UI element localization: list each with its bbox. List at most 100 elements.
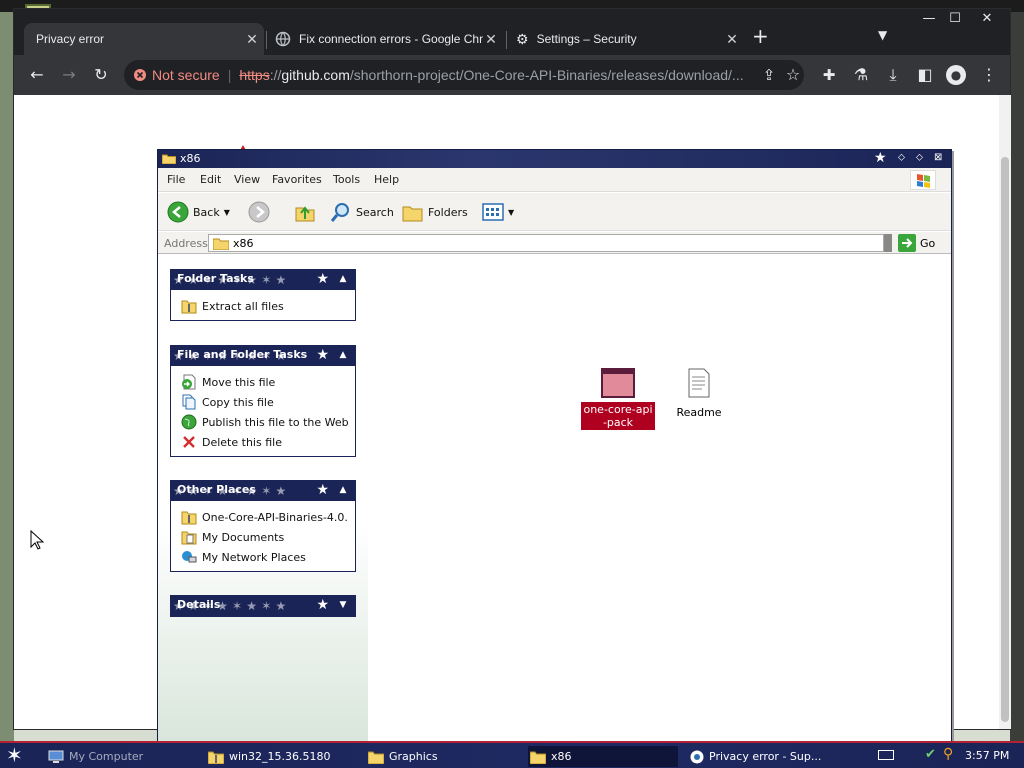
close-tab-icon[interactable]: ✕	[724, 31, 740, 48]
my-network-places-link[interactable]: My Network Places	[171, 547, 355, 567]
taskbar-item-win32[interactable]: win32_15.36.5180	[208, 746, 358, 767]
views-button[interactable]: ▼	[482, 200, 514, 224]
taskbar-item-label: My Computer	[69, 750, 144, 763]
folders-button[interactable]: Folders	[402, 200, 468, 224]
minimize-button[interactable]: ⬦	[898, 152, 905, 163]
bookmark-star-icon[interactable]: ☆	[782, 65, 804, 85]
tab-strip: Privacy error ✕ Fix connection errors - …	[14, 9, 1010, 55]
copy-file-icon	[182, 394, 196, 410]
chevron-down-icon[interactable]: ▼	[508, 208, 514, 217]
file-item[interactable]: one-core-api-pack	[581, 368, 655, 430]
my-documents-link[interactable]: My Documents	[171, 527, 355, 547]
delete-x-icon	[183, 436, 195, 448]
scrollbar-thumb[interactable]	[1001, 157, 1009, 722]
address-label: Address	[164, 237, 208, 250]
folder-icon	[368, 751, 384, 764]
menu-edit[interactable]: Edit	[200, 173, 221, 186]
explorer-window: x86 ★ ⬦ ⬦ ⊠ File Edit View Favorites Too…	[157, 149, 952, 743]
panel-header[interactable]: ★ ★ ✶ ★ ✶ ★ ✶ ★ File and Folder Tasks ★ …	[171, 346, 355, 366]
tab-separator	[506, 31, 507, 49]
taskbar-item-x86[interactable]: x86	[528, 746, 678, 767]
extract-all-files-link[interactable]: Extract all files	[171, 296, 355, 316]
taskbar-item-chrome[interactable]: Privacy error - Sup...	[690, 746, 850, 767]
close-button[interactable]: ⊠	[934, 152, 942, 163]
publish-file-link[interactable]: Publish this file to the Web	[171, 412, 355, 432]
menu-tools[interactable]: Tools	[333, 173, 360, 186]
forward-button[interactable]	[248, 200, 270, 224]
tab-privacy-error[interactable]: Privacy error ✕	[24, 23, 264, 55]
network-tray-icon[interactable]: ✔	[925, 747, 936, 762]
tab-search-chevron-icon[interactable]: ▼	[878, 28, 887, 42]
close-tab-icon[interactable]: ✕	[244, 31, 260, 48]
collapse-chevron-icon[interactable]: ▲	[335, 483, 351, 497]
not-secure-label[interactable]: Not secure	[152, 67, 220, 83]
taskbar-item-my-computer[interactable]: My Computer	[48, 746, 198, 767]
taskbar-item-label: Graphics	[389, 750, 438, 763]
close-tab-icon[interactable]: ✕	[483, 31, 499, 48]
clock[interactable]: 3:57 PM	[965, 749, 1009, 762]
side-panel-icon[interactable]: ◧	[914, 65, 936, 85]
profile-avatar-icon[interactable]: ●	[946, 65, 966, 85]
maximize-button[interactable]: ⬦	[916, 152, 923, 163]
labs-flask-icon[interactable]: ⚗	[850, 65, 872, 85]
views-icon	[482, 203, 504, 221]
file-name: one-core-api-pack	[581, 402, 655, 430]
tab-separator	[266, 31, 267, 49]
download-icon[interactable]: ⤓	[882, 65, 904, 85]
share-icon[interactable]: ⇪	[758, 65, 780, 85]
taskbar-item-graphics[interactable]: Graphics	[368, 746, 518, 767]
collapse-chevron-icon[interactable]: ▲	[335, 272, 351, 286]
go-button[interactable]: Go	[898, 234, 935, 252]
up-folder-button[interactable]	[294, 200, 316, 224]
address-input[interactable]: x86	[208, 234, 884, 252]
back-button[interactable]: Back ▼	[167, 200, 230, 224]
search-button[interactable]: Search	[330, 200, 394, 224]
tab-title: Privacy error	[36, 32, 105, 46]
move-file-link[interactable]: Move this file	[171, 372, 355, 392]
globe-icon	[181, 414, 197, 430]
panel-header[interactable]: ★ ★ ✶ ★ ✶ ★ ✶ ★ Details ★ ▼	[171, 596, 355, 616]
address-dropdown[interactable]	[884, 234, 892, 252]
folders-label: Folders	[428, 205, 468, 219]
collapse-chevron-icon[interactable]: ▲	[335, 348, 351, 362]
back-arrow-icon[interactable]: ←	[26, 65, 48, 85]
maximize-button[interactable]: ☐	[940, 11, 970, 26]
forward-arrow-icon[interactable]: →	[58, 65, 80, 85]
globe-icon	[275, 31, 291, 47]
file-list-area[interactable]: one-core-api-pack Readme	[368, 255, 951, 742]
file-item[interactable]: Readme	[671, 368, 727, 419]
menu-help[interactable]: Help	[374, 173, 399, 186]
parent-folder-link[interactable]: One-Core-API-Binaries-4.0.	[171, 507, 355, 527]
folder-icon	[162, 154, 176, 164]
gear-icon: ⚙	[516, 30, 529, 47]
new-tab-button[interactable]: +	[752, 24, 769, 48]
start-star-button[interactable]: ✶	[6, 744, 23, 766]
chevron-down-icon[interactable]: ▼	[224, 208, 230, 217]
zip-folder-icon	[181, 511, 197, 525]
search-tray-icon[interactable]: ⚲	[943, 746, 953, 762]
menu-file[interactable]: File	[167, 173, 185, 186]
panel-title: Other Places	[177, 483, 256, 496]
reload-icon[interactable]: ↻	[90, 65, 112, 85]
expand-chevron-icon[interactable]: ▼	[335, 598, 351, 612]
network-places-icon	[182, 551, 197, 563]
panel-header[interactable]: ★ ★ ✶ ★ ✶ ★ ✶ ★ Folder Tasks ★ ▲	[171, 270, 355, 290]
taskbar-item-label: x86	[551, 750, 572, 763]
go-label: Go	[920, 236, 936, 250]
keyboard-tray-icon[interactable]	[878, 750, 894, 760]
tab-settings-security[interactable]: ⚙ Settings – Security ✕	[512, 23, 740, 55]
menu-kebab-icon[interactable]: ⋮	[978, 65, 1000, 85]
panel-title: Details	[177, 598, 221, 611]
menu-view[interactable]: View	[234, 173, 260, 186]
omnibox[interactable]: Not secure | https://github.com/shorthor…	[124, 60, 804, 90]
extensions-puzzle-icon[interactable]: ✚	[818, 65, 840, 85]
panel-body: Extract all files	[171, 290, 355, 320]
close-window-button[interactable]: ✕	[972, 11, 1002, 26]
explorer-titlebar[interactable]: x86 ★ ⬦ ⬦ ⊠	[158, 150, 951, 168]
copy-file-link[interactable]: Copy this file	[171, 392, 355, 412]
panel-header[interactable]: ★ ★ ✶ ★ ✶ ★ ✶ ★ Other Places ★ ▲	[171, 481, 355, 501]
back-label: Back	[193, 205, 220, 219]
delete-file-link[interactable]: Delete this file	[171, 432, 355, 452]
menu-favorites[interactable]: Favorites	[272, 173, 322, 186]
tab-fix-connection[interactable]: Fix connection errors - Google Chrome He…	[271, 23, 499, 55]
